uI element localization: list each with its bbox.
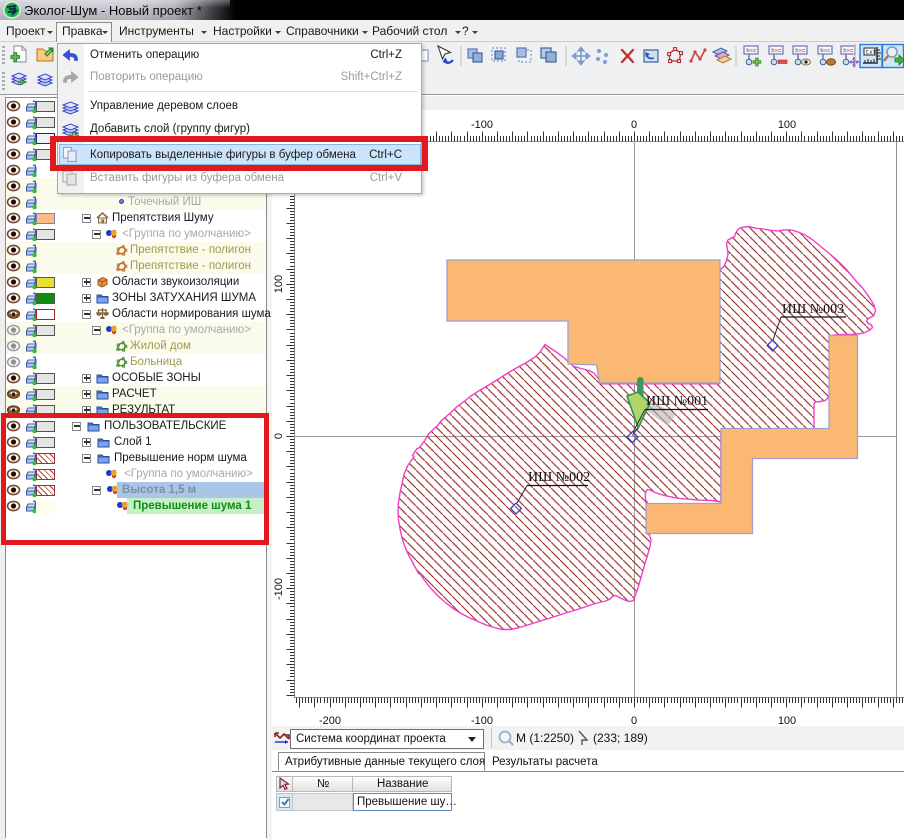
- svg-text:100: 100: [273, 275, 285, 293]
- svg-text:ИШ №001: ИШ №001: [646, 394, 708, 409]
- svg-text:-200: -200: [319, 715, 341, 726]
- svg-text:-100: -100: [273, 578, 285, 600]
- svg-text:ИШ №002: ИШ №002: [528, 470, 590, 485]
- svg-text:bxc: bxc: [820, 47, 831, 54]
- svg-text:ИШ №003: ИШ №003: [782, 302, 844, 317]
- svg-text:bxc: bxc: [771, 47, 782, 54]
- svg-text:-100: -100: [471, 119, 493, 131]
- svg-text:txt: txt: [866, 49, 877, 56]
- svg-text:bxc: bxc: [795, 47, 806, 54]
- svg-text:bxc: bxc: [843, 47, 854, 54]
- svg-text:100: 100: [778, 119, 796, 131]
- svg-text:-100: -100: [471, 715, 493, 726]
- svg-text:100: 100: [778, 715, 796, 726]
- svg-text:bxc: bxc: [746, 47, 757, 54]
- svg-text:0: 0: [631, 119, 637, 131]
- svg-text:0: 0: [273, 433, 285, 439]
- svg-text:0: 0: [631, 715, 637, 726]
